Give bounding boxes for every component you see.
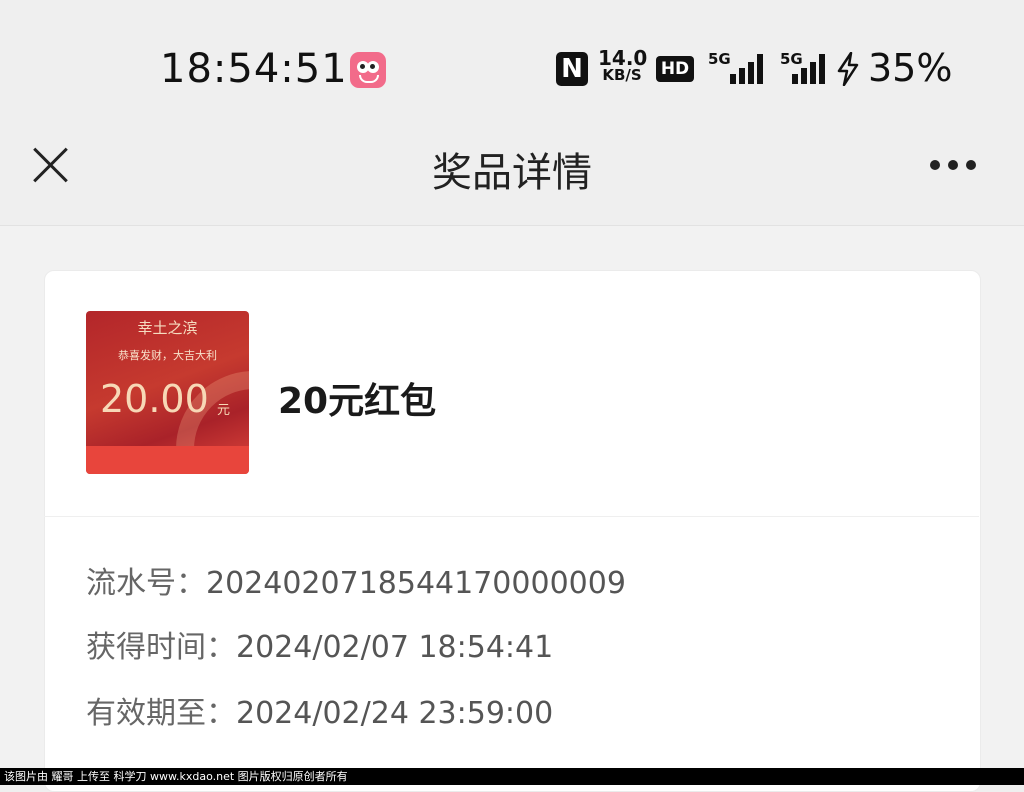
serial-number-value: 2024020718544170000009	[206, 566, 626, 601]
thumbnail-brand: 幸土之滨	[137, 319, 198, 337]
card-divider	[44, 516, 979, 517]
hd-voice-icon: HD	[656, 56, 694, 82]
prize-name: 20元红包	[278, 381, 437, 422]
red-packet-thumbnail: 幸土之滨 恭喜发财，大吉大利 20.00 元	[86, 311, 249, 474]
more-options-icon[interactable]	[926, 156, 980, 174]
signal-icon-sim1: 5G	[708, 50, 764, 84]
expiry-label: 有效期至：	[86, 696, 236, 731]
signal-icon-sim2: 5G	[780, 50, 836, 84]
watermark-bar: 该图片由 耀哥 上传至 科学刀 www.kxdao.net 图片版权归原创者所有	[0, 768, 1024, 785]
serial-number-label: 流水号：	[86, 566, 206, 601]
thumbnail-amount: 20.00	[100, 377, 209, 421]
network-speed-unit: KB/S	[602, 66, 642, 84]
serial-number-row: 流水号：2024020718544170000009	[86, 558, 626, 602]
status-bar: 18:54:51 N 14.0 KB/S HD 5G 5G 35%	[0, 0, 1024, 130]
battery-percentage: 35%	[868, 46, 953, 90]
expiry-value: 2024/02/24 23:59:00	[236, 696, 554, 731]
obtained-time-row: 获得时间：2024/02/07 18:54:41	[86, 622, 553, 666]
network-speed-value: 14.0	[598, 46, 648, 70]
network-speed: 14.0 KB/S	[598, 46, 648, 90]
app-notification-icon	[350, 52, 386, 88]
sim2-network-label: 5G	[780, 50, 803, 68]
obtained-time-label: 获得时间：	[86, 630, 236, 665]
page-title: 奖品详情	[432, 150, 592, 196]
status-time: 18:54:51	[160, 46, 348, 92]
charging-bolt-icon	[836, 51, 860, 87]
thumbnail-unit: 元	[217, 403, 231, 418]
nfc-icon: N	[556, 52, 588, 86]
thumbnail-blessing: 恭喜发财，大吉大利	[118, 349, 217, 362]
expiry-row: 有效期至：2024/02/24 23:59:00	[86, 688, 553, 732]
sim1-network-label: 5G	[708, 50, 731, 68]
obtained-time-value: 2024/02/07 18:54:41	[236, 630, 554, 665]
